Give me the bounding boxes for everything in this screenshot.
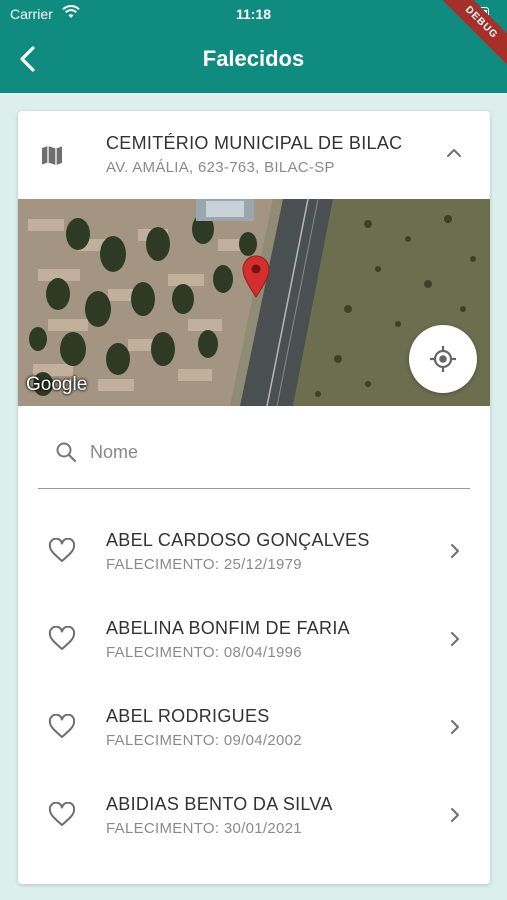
chevron-right-icon [451, 720, 459, 734]
crosshair-icon [430, 346, 456, 372]
death-date: FALECIMENTO: 09/04/2002 [106, 732, 302, 749]
search-icon [56, 442, 77, 463]
search-field[interactable] [38, 429, 470, 489]
deceased-name: ABEL CARDOSO GONÇALVES [106, 530, 370, 550]
cemetery-name: CEMITÉRIO MUNICIPAL DE BILAC [106, 133, 403, 153]
deceased-list: ABEL CARDOSO GONÇALVES FALECIMENTO: 25/1… [18, 508, 490, 860]
chevron-right-icon [451, 808, 459, 822]
map-icon [42, 146, 62, 165]
status-bar: Carrier 11:18 [0, 0, 507, 28]
cemetery-address: AV. AMÁLIA, 623-763, BILAC-SP [106, 159, 335, 176]
list-item[interactable]: ABEL CARDOSO GONÇALVES FALECIMENTO: 25/1… [18, 508, 490, 596]
chevron-right-icon [451, 632, 459, 646]
heart-icon[interactable] [48, 626, 76, 652]
heart-icon[interactable] [48, 538, 76, 564]
google-logo: Google [26, 374, 88, 395]
map-view[interactable]: Google [18, 199, 490, 406]
list-item[interactable]: ABELINA BONFIM DE FARIA FALECIMENTO: 08/… [18, 596, 490, 684]
heart-icon[interactable] [48, 802, 76, 828]
search-input[interactable] [90, 437, 450, 467]
clock: 11:18 [235, 6, 272, 22]
death-date: FALECIMENTO: 30/01/2021 [106, 820, 302, 837]
chevron-right-icon [451, 544, 459, 558]
my-location-button[interactable] [409, 325, 477, 393]
cemetery-card: CEMITÉRIO MUNICIPAL DE BILAC AV. AMÁLIA,… [18, 111, 490, 884]
deceased-name: ABIDIAS BENTO DA SILVA [106, 794, 333, 814]
page-title: Falecidos [202, 46, 305, 71]
deceased-name: ABELINA BONFIM DE FARIA [106, 618, 350, 638]
list-item[interactable]: ABIDIAS BENTO DA SILVA FALECIMENTO: 30/0… [18, 772, 490, 860]
deceased-name: ABEL RODRIGUES [106, 706, 270, 726]
cemetery-header[interactable]: CEMITÉRIO MUNICIPAL DE BILAC AV. AMÁLIA,… [18, 111, 490, 199]
chevron-up-icon[interactable] [446, 147, 462, 159]
death-date: FALECIMENTO: 25/12/1979 [106, 556, 302, 573]
heart-icon[interactable] [48, 714, 76, 740]
list-item[interactable]: ABEL RODRIGUES FALECIMENTO: 09/04/2002 [18, 684, 490, 772]
death-date: FALECIMENTO: 08/04/1996 [106, 644, 302, 661]
app-bar: Carrier 11:18 DEBUG Falecidos [0, 0, 507, 93]
